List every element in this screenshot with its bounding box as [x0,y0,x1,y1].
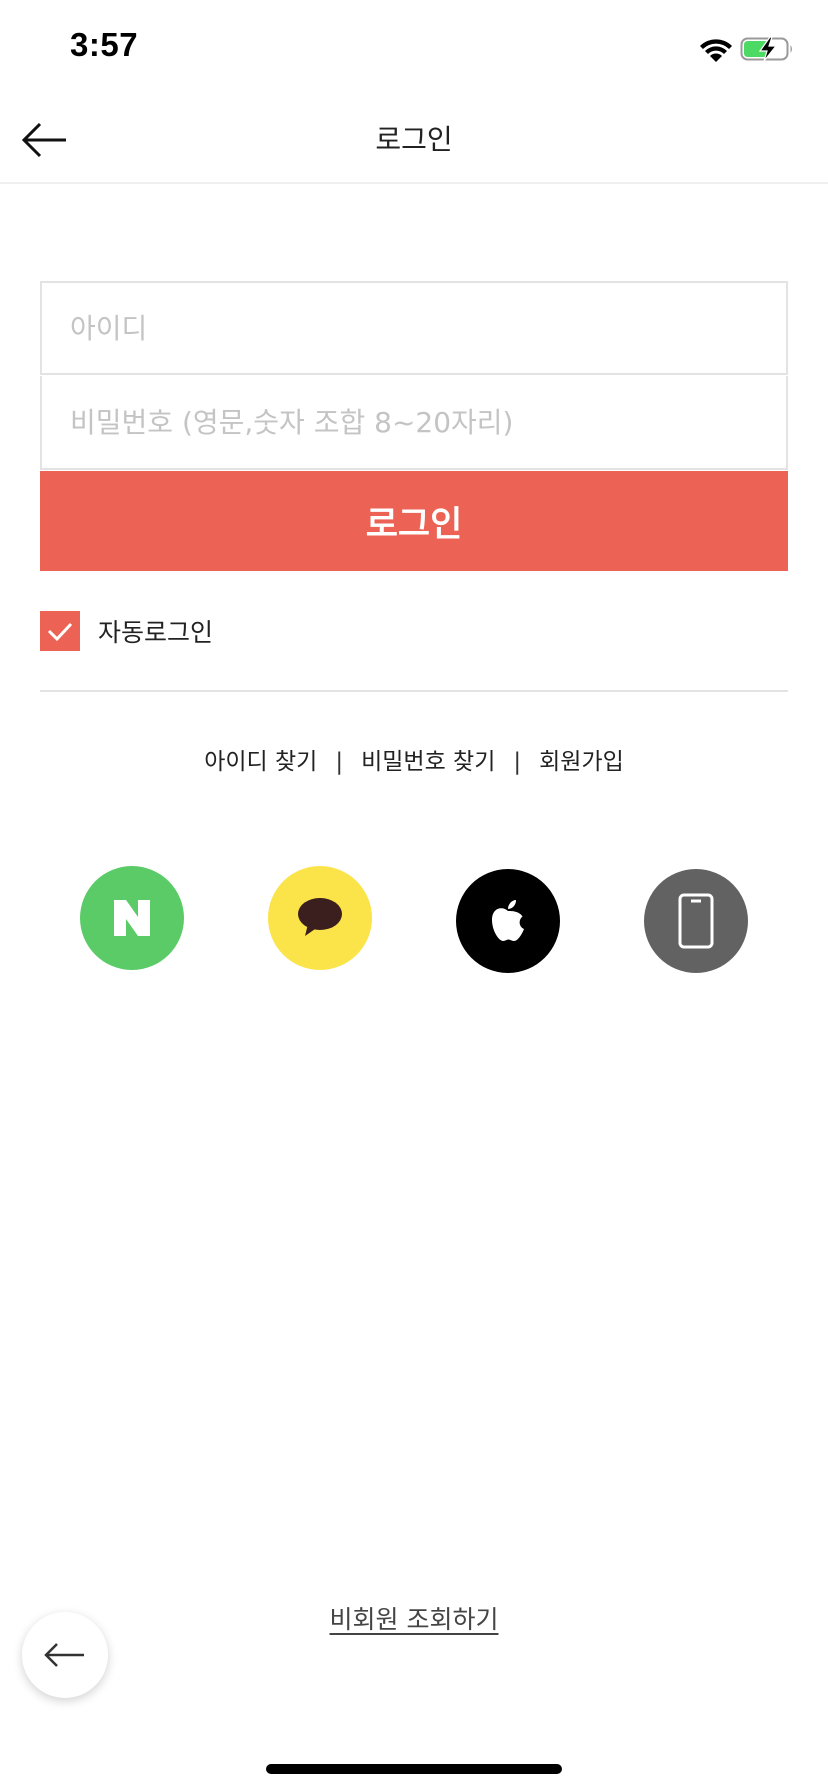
auto-login-checkbox[interactable] [40,611,80,651]
naver-icon [114,900,150,936]
status-time: 3:57 [70,26,139,63]
find-password-link[interactable]: 비밀번호 찾기 [361,749,495,775]
login-button[interactable]: 로그인 [40,471,788,571]
signup-link[interactable]: 회원가입 [539,749,624,775]
guest-lookup-container: 비회원 조회하기 [0,1600,828,1636]
page-title: 로그인 [375,123,453,156]
link-separator: | [513,749,522,775]
phone-icon [678,893,714,949]
wifi-icon [700,39,732,62]
phone-login-button[interactable] [644,869,748,973]
nav-bar: 로그인 [0,100,828,184]
auto-login-toggle[interactable]: 자동로그인 [40,611,213,651]
divider [40,690,788,692]
kakao-login-button[interactable] [268,866,372,970]
status-bar: 3:57 [0,0,828,100]
link-separator: | [335,749,344,775]
naver-login-button[interactable] [80,866,184,970]
arrow-left-icon [44,1643,84,1667]
floating-back-button[interactable] [22,1612,108,1698]
find-id-link[interactable]: 아이디 찾기 [204,749,317,775]
checkmark-icon [47,622,73,642]
apple-login-button[interactable] [456,869,560,973]
account-links: 아이디 찾기 | 비밀번호 찾기 | 회원가입 [0,742,828,776]
id-input[interactable] [42,283,786,373]
guest-lookup-link[interactable]: 비회원 조회하기 [330,1605,499,1634]
id-field-container [40,281,788,375]
auto-login-label: 자동로그인 [98,618,214,647]
apple-icon [492,900,524,941]
kakao-talk-icon [298,898,342,936]
battery-charging-icon [740,36,792,62]
password-field-container [40,376,788,470]
home-indicator [266,1764,562,1774]
password-input[interactable] [42,376,786,468]
